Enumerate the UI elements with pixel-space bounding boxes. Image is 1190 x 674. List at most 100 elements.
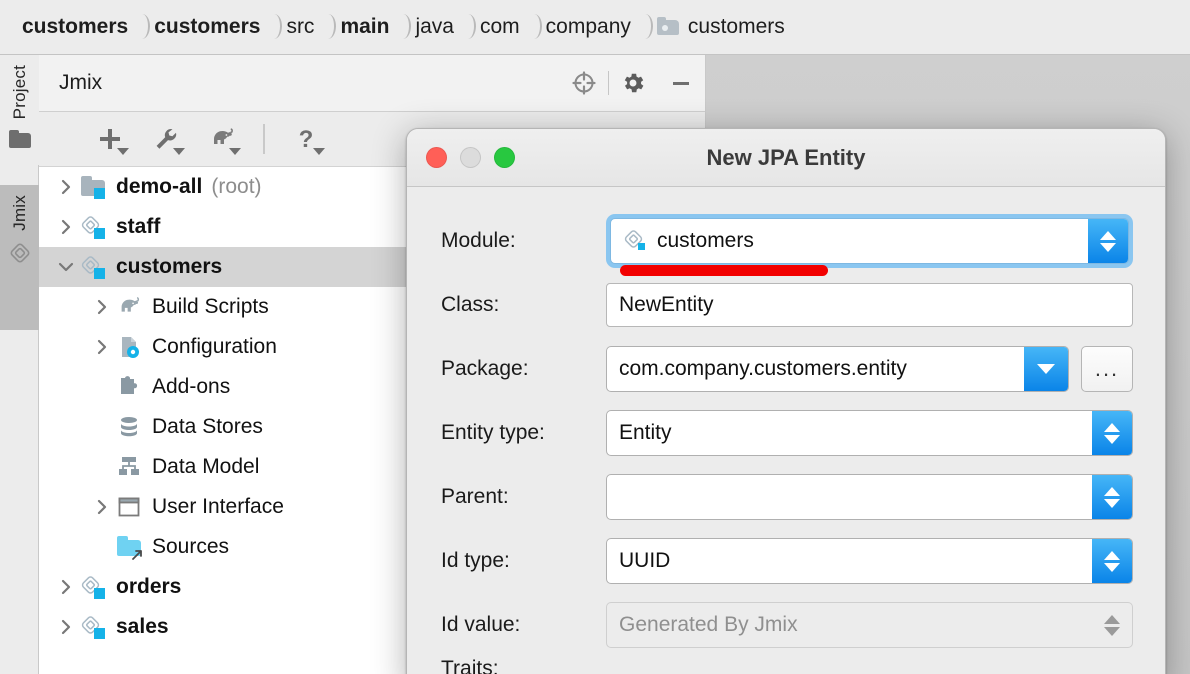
tree-label: Build Scripts bbox=[152, 295, 269, 319]
breadcrumb-separator-icon bbox=[520, 12, 546, 42]
field-row-package: Package: com.company.customers.entity ..… bbox=[441, 337, 1133, 401]
chevron-right-icon[interactable] bbox=[53, 619, 79, 635]
module-folder-icon bbox=[79, 174, 107, 200]
dialog-title: New JPA Entity bbox=[407, 145, 1165, 171]
class-label: Class: bbox=[441, 293, 606, 317]
package-label: Package: bbox=[441, 357, 606, 381]
traits-label: Traits: bbox=[441, 657, 606, 674]
id-type-label: Id type: bbox=[441, 549, 606, 573]
locate-icon[interactable] bbox=[560, 55, 608, 112]
breadcrumb-separator-icon bbox=[128, 12, 154, 42]
configuration-icon bbox=[115, 334, 143, 360]
chevron-down-icon[interactable] bbox=[1024, 347, 1068, 391]
breadcrumb-item-7-label: customers bbox=[688, 15, 785, 39]
gear-icon[interactable] bbox=[609, 55, 657, 112]
chevron-down-icon bbox=[173, 148, 185, 155]
tool-window-stripe: Project Jmix bbox=[0, 55, 39, 674]
chevron-right-icon[interactable] bbox=[53, 219, 79, 235]
chevron-down-icon[interactable] bbox=[53, 259, 79, 275]
chevron-right-icon[interactable] bbox=[89, 499, 115, 515]
parent-stepper[interactable] bbox=[1092, 475, 1132, 519]
tree-label: Configuration bbox=[152, 335, 277, 359]
field-row-parent: Parent: bbox=[441, 465, 1133, 529]
jmix-module-icon bbox=[79, 254, 107, 280]
package-combobox[interactable]: com.company.customers.entity bbox=[606, 346, 1069, 392]
tree-label: User Interface bbox=[152, 495, 284, 519]
breadcrumb-separator-icon bbox=[260, 12, 286, 42]
chevron-right-icon[interactable] bbox=[89, 339, 115, 355]
entity-type-combobox[interactable]: Entity bbox=[606, 410, 1133, 456]
breadcrumb: customers customers src main java com co… bbox=[0, 0, 1190, 55]
field-row-id-value: Id value: Generated By Jmix bbox=[441, 593, 1133, 657]
module-label: Module: bbox=[441, 229, 606, 253]
jmix-module-icon bbox=[79, 214, 107, 240]
breadcrumb-item-5[interactable]: com bbox=[480, 15, 520, 39]
gradle-elephant-icon[interactable] bbox=[201, 121, 243, 157]
id-type-value: UUID bbox=[619, 549, 1092, 573]
sidebar-tab-project[interactable]: Project bbox=[0, 55, 39, 165]
module-focus-ring: customers bbox=[606, 214, 1133, 268]
chevron-down-icon bbox=[313, 148, 325, 155]
tree-label: sales bbox=[116, 615, 169, 639]
jmix-module-icon bbox=[79, 574, 107, 600]
breadcrumb-item-0[interactable]: customers bbox=[22, 15, 128, 39]
parent-label: Parent: bbox=[441, 485, 606, 509]
sources-folder-icon bbox=[115, 534, 143, 560]
id-type-combobox[interactable]: UUID bbox=[606, 538, 1133, 584]
gradle-elephant-icon bbox=[115, 294, 143, 320]
id-type-stepper[interactable] bbox=[1092, 539, 1132, 583]
dialog-body: Module: bbox=[407, 187, 1165, 674]
tree-label: customers bbox=[116, 255, 222, 279]
jmix-module-icon bbox=[623, 229, 649, 253]
id-value-value: Generated By Jmix bbox=[619, 613, 1092, 637]
tool-window-title: Jmix bbox=[59, 71, 560, 95]
wrench-icon[interactable] bbox=[145, 121, 187, 157]
module-value: customers bbox=[657, 229, 1088, 253]
id-value-label: Id value: bbox=[441, 613, 606, 637]
breadcrumb-item-6[interactable]: company bbox=[546, 15, 631, 39]
field-row-module: Module: bbox=[441, 209, 1133, 273]
package-value: com.company.customers.entity bbox=[619, 357, 1024, 381]
svg-text:?: ? bbox=[299, 126, 314, 153]
breadcrumb-item-7[interactable]: customers bbox=[657, 15, 785, 39]
package-browse-button[interactable]: ... bbox=[1081, 346, 1133, 392]
sidebar-tab-jmix[interactable]: Jmix bbox=[0, 185, 39, 330]
help-question-icon[interactable]: ? bbox=[285, 121, 327, 157]
puzzle-icon bbox=[115, 374, 143, 400]
entity-type-stepper[interactable] bbox=[1092, 411, 1132, 455]
id-value-combobox: Generated By Jmix bbox=[606, 602, 1133, 648]
window-icon bbox=[115, 494, 143, 520]
data-model-icon bbox=[115, 454, 143, 480]
breadcrumb-item-1[interactable]: customers bbox=[154, 15, 260, 39]
tree-label: staff bbox=[116, 215, 160, 239]
app-window: customers customers src main java com co… bbox=[0, 0, 1190, 674]
chevron-right-icon[interactable] bbox=[53, 579, 79, 595]
breadcrumb-item-2[interactable]: src bbox=[286, 15, 314, 39]
field-row-entity-type: Entity type: Entity bbox=[441, 401, 1133, 465]
entity-type-label: Entity type: bbox=[441, 421, 606, 445]
chevron-right-icon[interactable] bbox=[53, 179, 79, 195]
breadcrumb-separator-icon bbox=[631, 12, 657, 42]
minimize-icon[interactable] bbox=[657, 55, 705, 112]
sidebar-tab-jmix-label: Jmix bbox=[10, 195, 30, 231]
breadcrumb-separator-icon bbox=[454, 12, 480, 42]
chevron-down-icon bbox=[229, 148, 241, 155]
sidebar-tab-project-label: Project bbox=[10, 65, 30, 119]
entity-type-value: Entity bbox=[619, 421, 1092, 445]
module-stepper[interactable] bbox=[1088, 219, 1128, 263]
folder-icon bbox=[8, 129, 32, 151]
field-row-id-type: Id type: UUID bbox=[441, 529, 1133, 593]
chevron-right-icon[interactable] bbox=[89, 299, 115, 315]
breadcrumb-item-3[interactable]: main bbox=[340, 15, 389, 39]
tree-label: Sources bbox=[152, 535, 229, 559]
class-input[interactable]: NewEntity bbox=[606, 283, 1133, 327]
tree-label: demo-all bbox=[116, 175, 202, 199]
new-jpa-entity-dialog: New JPA Entity Module: bbox=[406, 128, 1166, 674]
parent-combobox[interactable] bbox=[606, 474, 1133, 520]
module-combobox[interactable]: customers bbox=[610, 218, 1129, 264]
class-value: NewEntity bbox=[619, 293, 714, 317]
breadcrumb-item-4[interactable]: java bbox=[415, 15, 454, 39]
tree-label: Data Stores bbox=[152, 415, 263, 439]
plus-icon[interactable] bbox=[89, 121, 131, 157]
breadcrumb-separator-icon bbox=[314, 12, 340, 42]
